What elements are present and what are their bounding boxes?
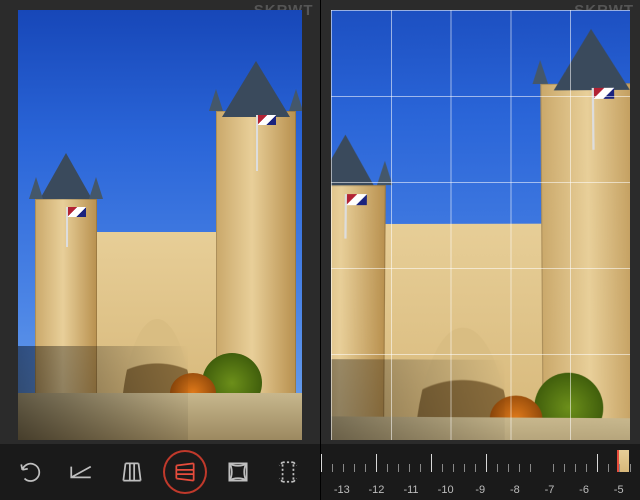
vertical-perspective-icon <box>119 459 145 485</box>
ruler-label: -8 <box>498 484 533 496</box>
horizontal-perspective-button[interactable] <box>165 452 205 492</box>
photo-corrected <box>331 10 631 440</box>
adjustment-ruler[interactable]: -13-12-11-10-9-8-7-6-5 <box>321 444 640 500</box>
ruler-label: -11 <box>394 484 429 496</box>
vertical-perspective-button[interactable] <box>115 455 149 489</box>
ruler-label: -13 <box>325 484 360 496</box>
photo <box>18 10 302 440</box>
left-pane: SKRWT <box>0 0 320 500</box>
image-canvas-left[interactable] <box>18 10 302 440</box>
lens-correction-button[interactable] <box>221 455 255 489</box>
undo-button[interactable] <box>14 455 48 489</box>
right-pane: SKRWT <box>320 0 640 500</box>
image-canvas-right[interactable] <box>331 10 631 440</box>
lens-correction-icon <box>225 459 251 485</box>
horizontal-perspective-icon <box>172 459 198 485</box>
ruler-label: -5 <box>601 484 636 496</box>
ruler-label: -6 <box>567 484 602 496</box>
ruler-label: -7 <box>532 484 567 496</box>
ruler-labels: -13-12-11-10-9-8-7-6-5 <box>321 484 640 496</box>
ruler-label: -9 <box>463 484 498 496</box>
ruler-ticks <box>321 450 640 472</box>
undo-icon <box>18 459 44 485</box>
crop-aspect-icon <box>275 459 301 485</box>
app-root: SKRWT <box>0 0 640 500</box>
crop-aspect-button[interactable] <box>271 455 305 489</box>
toolbar <box>0 444 320 500</box>
horizon-correction-button[interactable] <box>64 455 98 489</box>
ruler-label: -12 <box>359 484 394 496</box>
horizon-correction-icon <box>68 459 94 485</box>
ruler-label: -10 <box>428 484 463 496</box>
